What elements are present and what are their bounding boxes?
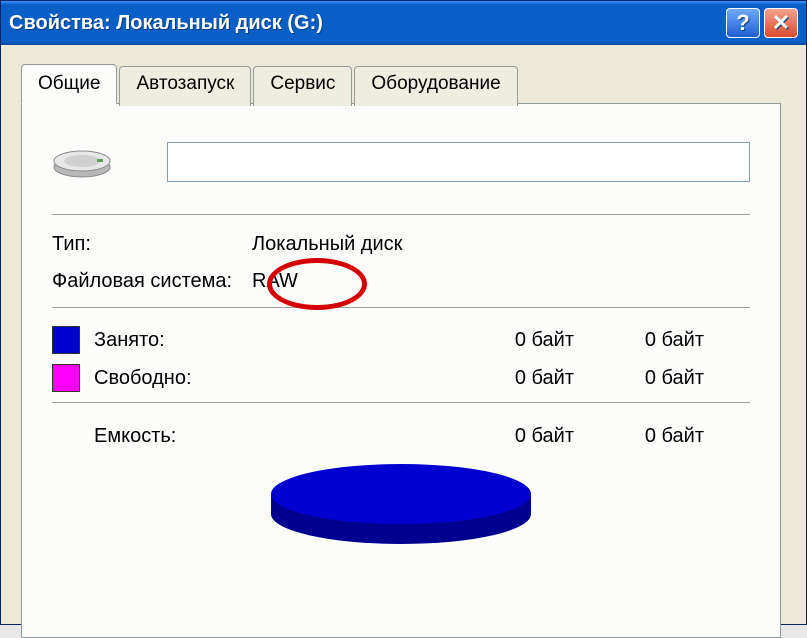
disk-drive-icon	[52, 139, 112, 184]
tab-tools[interactable]: Сервис	[253, 66, 352, 106]
titlebar[interactable]: Свойства: Локальный диск (G:) ? ✕	[1, 1, 806, 45]
tab-autoplay[interactable]: Автозапуск	[119, 66, 251, 106]
divider	[52, 402, 750, 403]
used-label: Занято:	[94, 329, 404, 352]
filesystem-row: Файловая система: RAW	[52, 270, 750, 293]
type-label: Тип:	[52, 233, 252, 256]
divider	[52, 214, 750, 215]
filesystem-label: Файловая система:	[52, 270, 252, 293]
free-space-row: Свободно: 0 байт 0 байт	[52, 364, 750, 392]
capacity-short: 0 байт	[574, 425, 704, 448]
free-short: 0 байт	[574, 367, 704, 390]
close-icon: ✕	[772, 10, 790, 36]
window-title: Свойства: Локальный диск (G:)	[9, 12, 726, 35]
window-content: Общие Автозапуск Сервис Оборудование	[1, 45, 806, 638]
type-row: Тип: Локальный диск	[52, 233, 750, 256]
capacity-label: Емкость:	[52, 425, 404, 448]
divider	[52, 307, 750, 308]
disk-usage-pie-chart	[271, 464, 531, 544]
filesystem-value: RAW	[252, 270, 298, 293]
used-swatch-icon	[52, 326, 80, 354]
tab-strip: Общие Автозапуск Сервис Оборудование	[21, 63, 786, 103]
used-bytes: 0 байт	[404, 329, 574, 352]
pie-top	[271, 464, 531, 524]
free-label: Свободно:	[94, 367, 404, 390]
capacity-row: Емкость: 0 байт 0 байт	[52, 425, 750, 448]
used-space-row: Занято: 0 байт 0 байт	[52, 326, 750, 354]
capacity-bytes: 0 байт	[404, 425, 574, 448]
tab-general[interactable]: Общие	[21, 64, 117, 104]
tab-hardware[interactable]: Оборудование	[354, 66, 517, 106]
type-value: Локальный диск	[252, 233, 402, 256]
disk-label-row	[52, 139, 750, 184]
tab-panel-general: Тип: Локальный диск Файловая система: RA…	[21, 103, 781, 638]
titlebar-buttons: ? ✕	[726, 8, 798, 38]
disk-label-input[interactable]	[167, 142, 750, 182]
help-button[interactable]: ?	[726, 8, 760, 38]
close-button[interactable]: ✕	[764, 8, 798, 38]
free-bytes: 0 байт	[404, 367, 574, 390]
properties-window: Свойства: Локальный диск (G:) ? ✕ Общие …	[0, 0, 807, 625]
used-short: 0 байт	[574, 329, 704, 352]
free-swatch-icon	[52, 364, 80, 392]
